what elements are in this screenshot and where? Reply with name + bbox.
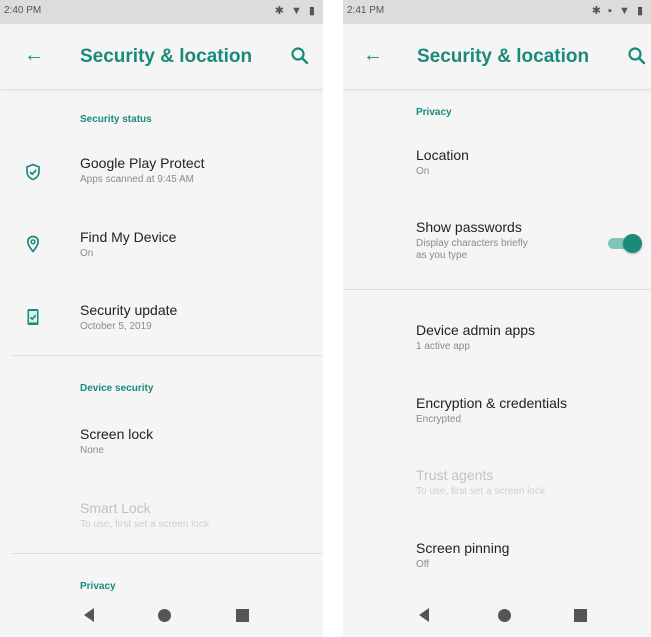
app-toolbar: ← Security & location [343,24,651,90]
page-title: Security & location [417,46,590,67]
arrow-left-icon[interactable]: ← [363,44,383,67]
section-header-device-security: Device security [80,383,154,394]
item-summary: To use, first set a screen lock [416,486,545,497]
list-item-security-update[interactable]: Security update October 5, 2019 [80,302,177,333]
item-title: Trust agents [416,467,494,483]
search-icon[interactable] [290,46,310,66]
list-item-encryption-credentials[interactable]: Encryption & credentials Encrypted [416,395,567,426]
list-item-smart-lock: Smart Lock To use, first set a screen lo… [80,500,209,531]
nav-recents-icon[interactable] [574,609,587,622]
item-summary: None [80,445,104,456]
list-item-screen-lock[interactable]: Screen lock None [80,426,153,457]
status-icons: ✱ ▼ ▮ [274,5,317,17]
divider [12,355,323,356]
list-item-google-play-protect[interactable]: Google Play Protect Apps scanned at 9:45… [80,155,205,186]
app-toolbar: ← Security & location [0,24,323,90]
divider [12,553,323,554]
status-time: 2:41 PM [347,5,385,16]
item-title: Security update [80,302,178,318]
list-item-device-admin-apps[interactable]: Device admin apps 1 active app [416,322,535,353]
item-title: Show passwords [416,219,522,235]
item-summary: October 5, 2019 [80,321,152,332]
item-title: Google Play Protect [80,155,205,171]
navigation-bar [0,595,323,637]
nav-home-icon[interactable] [498,609,511,622]
phone-update-icon [27,309,39,325]
show-passwords-toggle[interactable] [606,233,642,253]
item-summary: Apps scanned at 9:45 AM [80,174,194,185]
section-header-privacy: Privacy [416,107,452,118]
search-icon[interactable] [627,46,647,66]
shield-check-icon [26,163,40,181]
item-title: Find My Device [80,229,177,245]
nav-home-icon[interactable] [158,609,171,622]
item-summary-line1: Display characters briefly [416,238,528,249]
status-bar: 2:41 PM ✱ ▪ ▼ ▮ [343,0,651,24]
item-summary: 1 active app [416,341,470,352]
item-summary: Encrypted [416,414,462,425]
divider [343,289,651,290]
nav-back-icon[interactable] [419,608,429,622]
status-bar: 2:40 PM ✱ ▼ ▮ [0,0,323,24]
item-title: Location [416,147,469,163]
arrow-left-icon[interactable]: ← [24,44,44,67]
navigation-bar [343,595,651,637]
list-item-find-my-device[interactable]: Find My Device On [80,229,176,260]
item-title: Screen lock [80,426,154,442]
item-summary: Off [416,559,430,570]
item-title: Encryption & credentials [416,395,567,411]
item-summary: On [416,166,430,177]
nav-recents-icon[interactable] [236,609,249,622]
right-screen: 2:41 PM ✱ ▪ ▼ ▮ ← Security & location Pr… [343,0,651,637]
item-title: Screen pinning [416,540,510,556]
item-summary: To use, first set a screen lock [80,519,209,530]
page-title: Security & location [80,46,253,67]
left-screen: 2:40 PM ✱ ▼ ▮ ← Security & location Secu… [0,0,323,637]
list-item-location[interactable]: Location On [416,147,469,178]
item-summary-line2: as you type [416,250,468,261]
list-item-trust-agents: Trust agents To use, first set a screen … [416,467,545,498]
list-item-show-passwords[interactable]: Show passwords Display characters briefl… [416,219,528,262]
status-icons: ✱ ▪ ▼ ▮ [591,5,645,17]
location-pin-icon [26,235,40,253]
section-header-privacy: Privacy [80,581,116,592]
section-header-security-status: Security status [80,114,152,125]
nav-back-icon[interactable] [84,608,94,622]
item-title: Device admin apps [416,322,536,338]
status-time: 2:40 PM [4,5,42,16]
item-title: Smart Lock [80,500,151,516]
list-item-screen-pinning[interactable]: Screen pinning Off [416,540,509,571]
item-summary: On [80,248,94,259]
toggle-thumb [623,234,642,253]
